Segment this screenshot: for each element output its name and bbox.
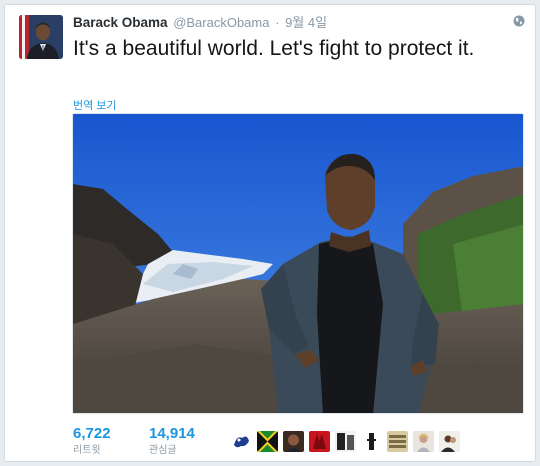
retweet-label: 리트윗 bbox=[73, 445, 101, 456]
liker-avatar[interactable] bbox=[361, 431, 382, 452]
tweet-header: Barack Obama @BarackObama · 9월 4일 bbox=[73, 14, 495, 32]
tweet-stats: 6,722 리트윗 14,914 관심글 bbox=[73, 425, 225, 459]
tweet-timestamp[interactable]: 9월 4일 bbox=[285, 15, 327, 30]
retweet-stat[interactable]: 6,722 리트윗 bbox=[73, 425, 149, 459]
header-separator: · bbox=[275, 15, 280, 30]
like-count: 14,914 bbox=[149, 425, 195, 442]
like-stat[interactable]: 14,914 관심글 bbox=[149, 425, 225, 459]
liker-avatar[interactable] bbox=[439, 431, 460, 452]
liker-avatar[interactable] bbox=[387, 431, 408, 452]
tweet-photo[interactable] bbox=[72, 113, 524, 414]
liker-avatar[interactable] bbox=[413, 431, 434, 452]
liked-by-avatars bbox=[231, 431, 460, 452]
translate-link[interactable]: 번역 보기 bbox=[73, 97, 117, 113]
tweet-card: Barack Obama @BarackObama · 9월 4일 It's a… bbox=[4, 4, 536, 462]
author-avatar[interactable] bbox=[19, 15, 63, 59]
liker-avatar[interactable] bbox=[283, 431, 304, 452]
globe-icon[interactable] bbox=[513, 15, 525, 27]
like-label: 관심글 bbox=[149, 445, 177, 456]
liker-avatar[interactable] bbox=[335, 431, 356, 452]
author-handle[interactable]: @BarackObama bbox=[173, 15, 269, 30]
liker-avatar[interactable] bbox=[231, 431, 252, 452]
author-display-name[interactable]: Barack Obama bbox=[73, 15, 168, 30]
liker-avatar[interactable] bbox=[309, 431, 330, 452]
tweet-text: It's a beautiful world. Let's fight to p… bbox=[73, 37, 475, 60]
retweet-count: 6,722 bbox=[73, 425, 111, 442]
liker-avatar[interactable] bbox=[257, 431, 278, 452]
